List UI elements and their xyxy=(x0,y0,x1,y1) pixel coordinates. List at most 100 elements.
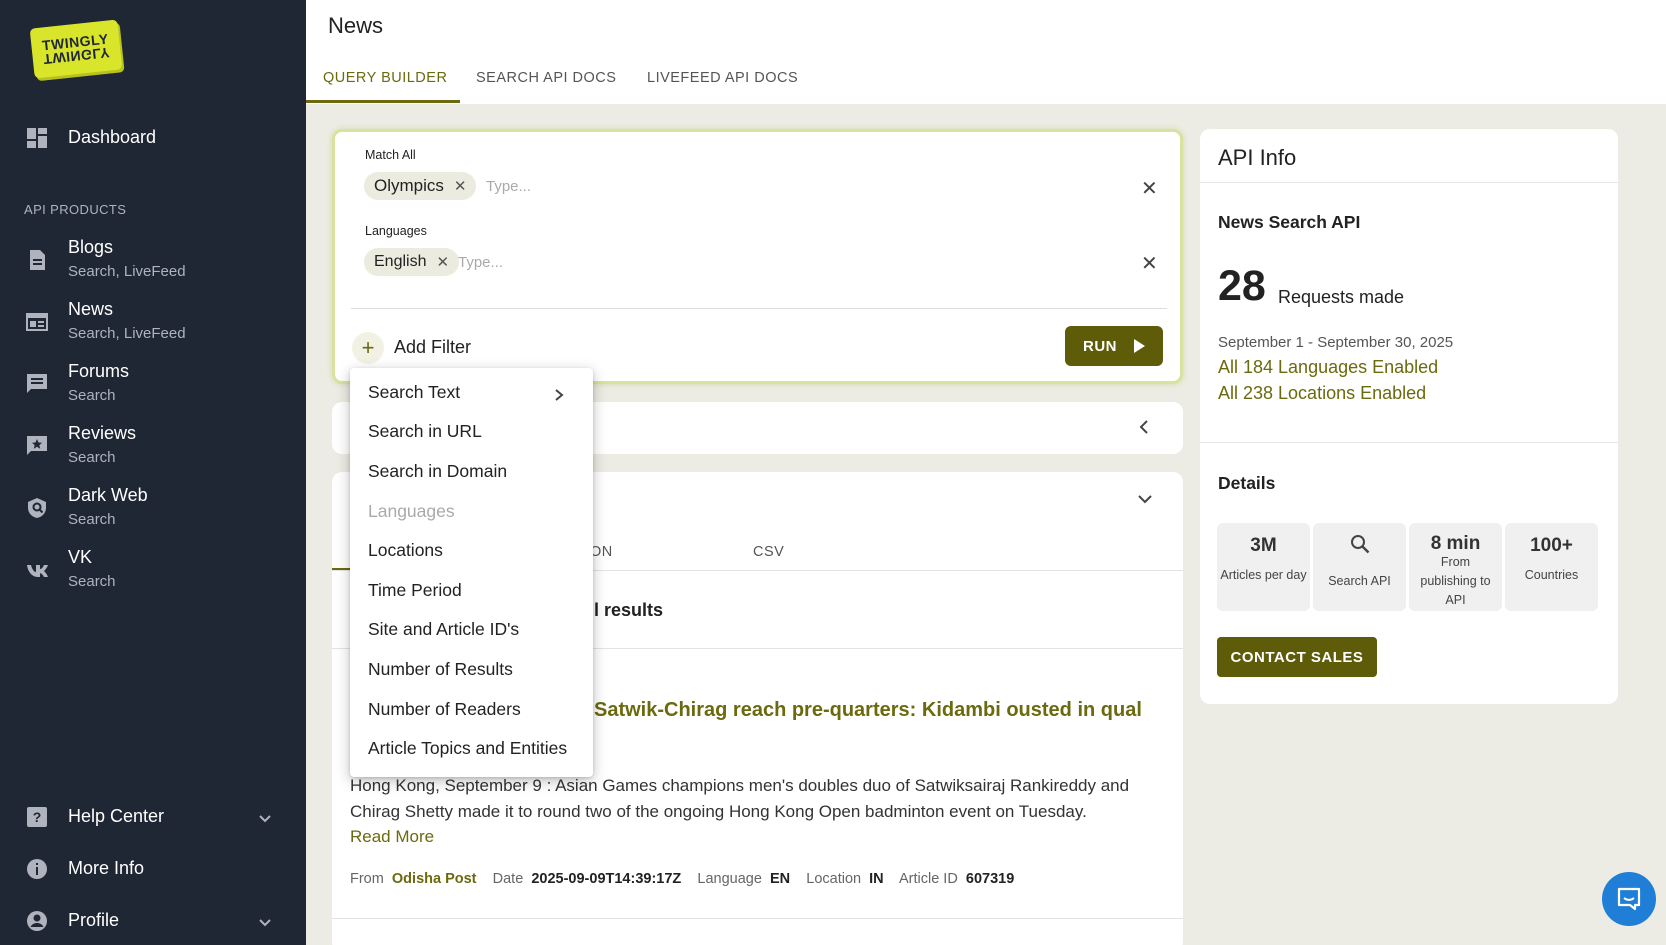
tab-search-api-docs[interactable]: SEARCH API DOCS xyxy=(476,70,616,86)
run-label: RUN xyxy=(1083,337,1117,355)
article-title-link[interactable]: Satwik-Chirag reach pre-quarters: Kidamb… xyxy=(594,699,1142,722)
menu-item-number-of-readers[interactable]: Number of Readers xyxy=(368,699,521,720)
tab-livefeed-api-docs[interactable]: LIVEFEED API DOCS xyxy=(647,70,798,86)
sidebar-item-sub: Search, LiveFeed xyxy=(68,263,186,280)
info-icon xyxy=(27,859,47,879)
sidebar-item-sub: Search xyxy=(68,449,116,466)
newspaper-icon xyxy=(26,313,48,331)
divider xyxy=(351,308,1167,309)
shield-icon xyxy=(28,498,46,518)
sidebar-item-news[interactable]: News Search, LiveFeed xyxy=(0,299,306,347)
sidebar-item-more-info[interactable]: More Info xyxy=(0,855,306,885)
twingly-logo[interactable]: TWINGLY TWINGLY xyxy=(29,19,123,79)
stat-value: 8 min xyxy=(1430,533,1481,554)
stat-search-api: Search API xyxy=(1313,523,1406,611)
contact-sales-button[interactable]: CONTACT SALES xyxy=(1217,637,1377,677)
stat-label: API xyxy=(1445,593,1466,607)
chevron-right-icon xyxy=(555,389,564,401)
review-icon xyxy=(27,436,47,455)
sidebar-item-sub: Search xyxy=(68,387,116,404)
chevron-down-icon xyxy=(259,815,271,823)
sidebar-item-label: VK xyxy=(68,547,93,567)
menu-item-topics-entities[interactable]: Article Topics and Entities xyxy=(368,738,567,759)
run-button[interactable]: RUN xyxy=(1065,326,1163,366)
menu-item-number-of-results[interactable]: Number of Results xyxy=(368,659,513,680)
play-icon xyxy=(1134,339,1145,353)
stat-countries: 100+ Countries xyxy=(1505,523,1598,611)
menu-item-locations[interactable]: Locations xyxy=(368,540,443,561)
sidebar-item-label: Reviews xyxy=(68,423,137,443)
read-more-link[interactable]: Read More xyxy=(350,827,434,847)
stat-label: From xyxy=(1440,555,1471,569)
chat-icon xyxy=(27,374,47,393)
menu-item-site-article-ids[interactable]: Site and Article ID's xyxy=(368,619,519,640)
add-filter-label[interactable]: Add Filter xyxy=(394,337,471,358)
requests-label: Requests made xyxy=(1278,287,1405,307)
menu-item-time-period[interactable]: Time Period xyxy=(368,580,462,601)
sidebar-item-dashboard[interactable]: Dashboard xyxy=(0,124,306,154)
requests-count: 28 xyxy=(1218,262,1266,310)
stat-latency: 8 min From publishing to API xyxy=(1409,523,1502,611)
chat-launcher-button[interactable] xyxy=(1602,872,1656,926)
match-all-label: Match All xyxy=(365,148,416,162)
stat-value: 3M xyxy=(1250,535,1277,556)
source-link[interactable]: Odisha Post xyxy=(392,871,477,887)
meta-value: EN xyxy=(769,871,791,887)
languages-input[interactable]: Type... xyxy=(458,254,503,271)
chevron-down-icon[interactable] xyxy=(1137,492,1153,506)
meta-label: Date xyxy=(492,871,524,887)
stat-label: Articles per day xyxy=(1220,568,1307,582)
menu-item-search-text[interactable]: Search Text xyxy=(368,382,460,403)
sidebar-item-profile[interactable]: Profile xyxy=(0,907,306,937)
chevron-down-icon xyxy=(259,919,271,927)
close-icon[interactable]: ✕ xyxy=(436,253,449,271)
chat-icon xyxy=(1617,887,1641,911)
stat-label: Countries xyxy=(1524,568,1579,582)
vk-icon xyxy=(27,565,48,577)
tab-csv[interactable]: CSV xyxy=(753,544,784,560)
article-body: Hong Kong, September 9 : Asian Games cha… xyxy=(350,773,1165,825)
help-icon: ? xyxy=(27,807,47,827)
clear-icon[interactable]: ✕ xyxy=(1141,251,1158,276)
sidebar-item-label: News xyxy=(68,299,114,319)
close-icon[interactable]: ✕ xyxy=(454,177,467,195)
section-label: API PRODUCTS xyxy=(24,202,127,217)
results-count: l results xyxy=(594,600,664,620)
tab-json[interactable]: ON xyxy=(590,544,613,560)
sidebar-item-label: Profile xyxy=(68,910,120,930)
locations-enabled-link[interactable]: All 238 Locations Enabled xyxy=(1218,383,1426,404)
keyword-chip[interactable]: Olympics ✕ xyxy=(364,172,477,200)
menu-item-search-in-url[interactable]: Search in URL xyxy=(368,421,482,442)
sidebar-item-reviews[interactable]: Reviews Search xyxy=(0,423,306,471)
sidebar-item-vk[interactable]: VK Search xyxy=(0,547,306,595)
page-title: News xyxy=(328,13,384,38)
clear-icon[interactable]: ✕ xyxy=(1141,176,1158,201)
sidebar-item-forums[interactable]: Forums Search xyxy=(0,361,306,409)
meta-value: 2025-09-09T14:39:17Z xyxy=(531,871,682,887)
meta-label: Language xyxy=(697,871,762,887)
add-filter-menu: Search Text Search in URL Search in Doma… xyxy=(350,368,593,777)
tab-query-builder[interactable]: QUERY BUILDER xyxy=(323,70,447,86)
svg-text:?: ? xyxy=(33,809,42,825)
language-chip[interactable]: English ✕ xyxy=(364,248,460,276)
details-label: Details xyxy=(1218,473,1276,493)
sidebar-item-blogs[interactable]: Blogs Search, LiveFeed xyxy=(0,237,306,285)
sidebar-item-label: Forums xyxy=(68,361,130,381)
meta-value: 607319 xyxy=(965,871,1015,887)
chip-label: Olympics xyxy=(374,176,444,195)
sidebar-item-help-center[interactable]: ? Help Center xyxy=(0,803,306,833)
divider xyxy=(332,918,1183,919)
chip-label: English xyxy=(374,253,427,270)
chevron-left-icon[interactable] xyxy=(1137,419,1151,435)
match-all-input[interactable]: Type... xyxy=(486,178,531,195)
divider xyxy=(1200,182,1618,183)
query-builder-card: Match All Olympics ✕ Type... ✕ Languages… xyxy=(332,129,1183,384)
document-icon xyxy=(30,250,45,270)
article-meta: From Odisha Post Date 2025-09-09T14:39:1… xyxy=(350,871,1014,887)
sidebar-item-dark-web[interactable]: Dark Web Search xyxy=(0,485,306,533)
languages-enabled-link[interactable]: All 184 Languages Enabled xyxy=(1218,357,1438,378)
period-text: September 1 - September 30, 2025 xyxy=(1218,334,1454,351)
menu-item-search-in-domain[interactable]: Search in Domain xyxy=(368,461,507,482)
add-filter-button[interactable]: + xyxy=(352,332,384,364)
stat-label: publishing to xyxy=(1420,574,1491,588)
